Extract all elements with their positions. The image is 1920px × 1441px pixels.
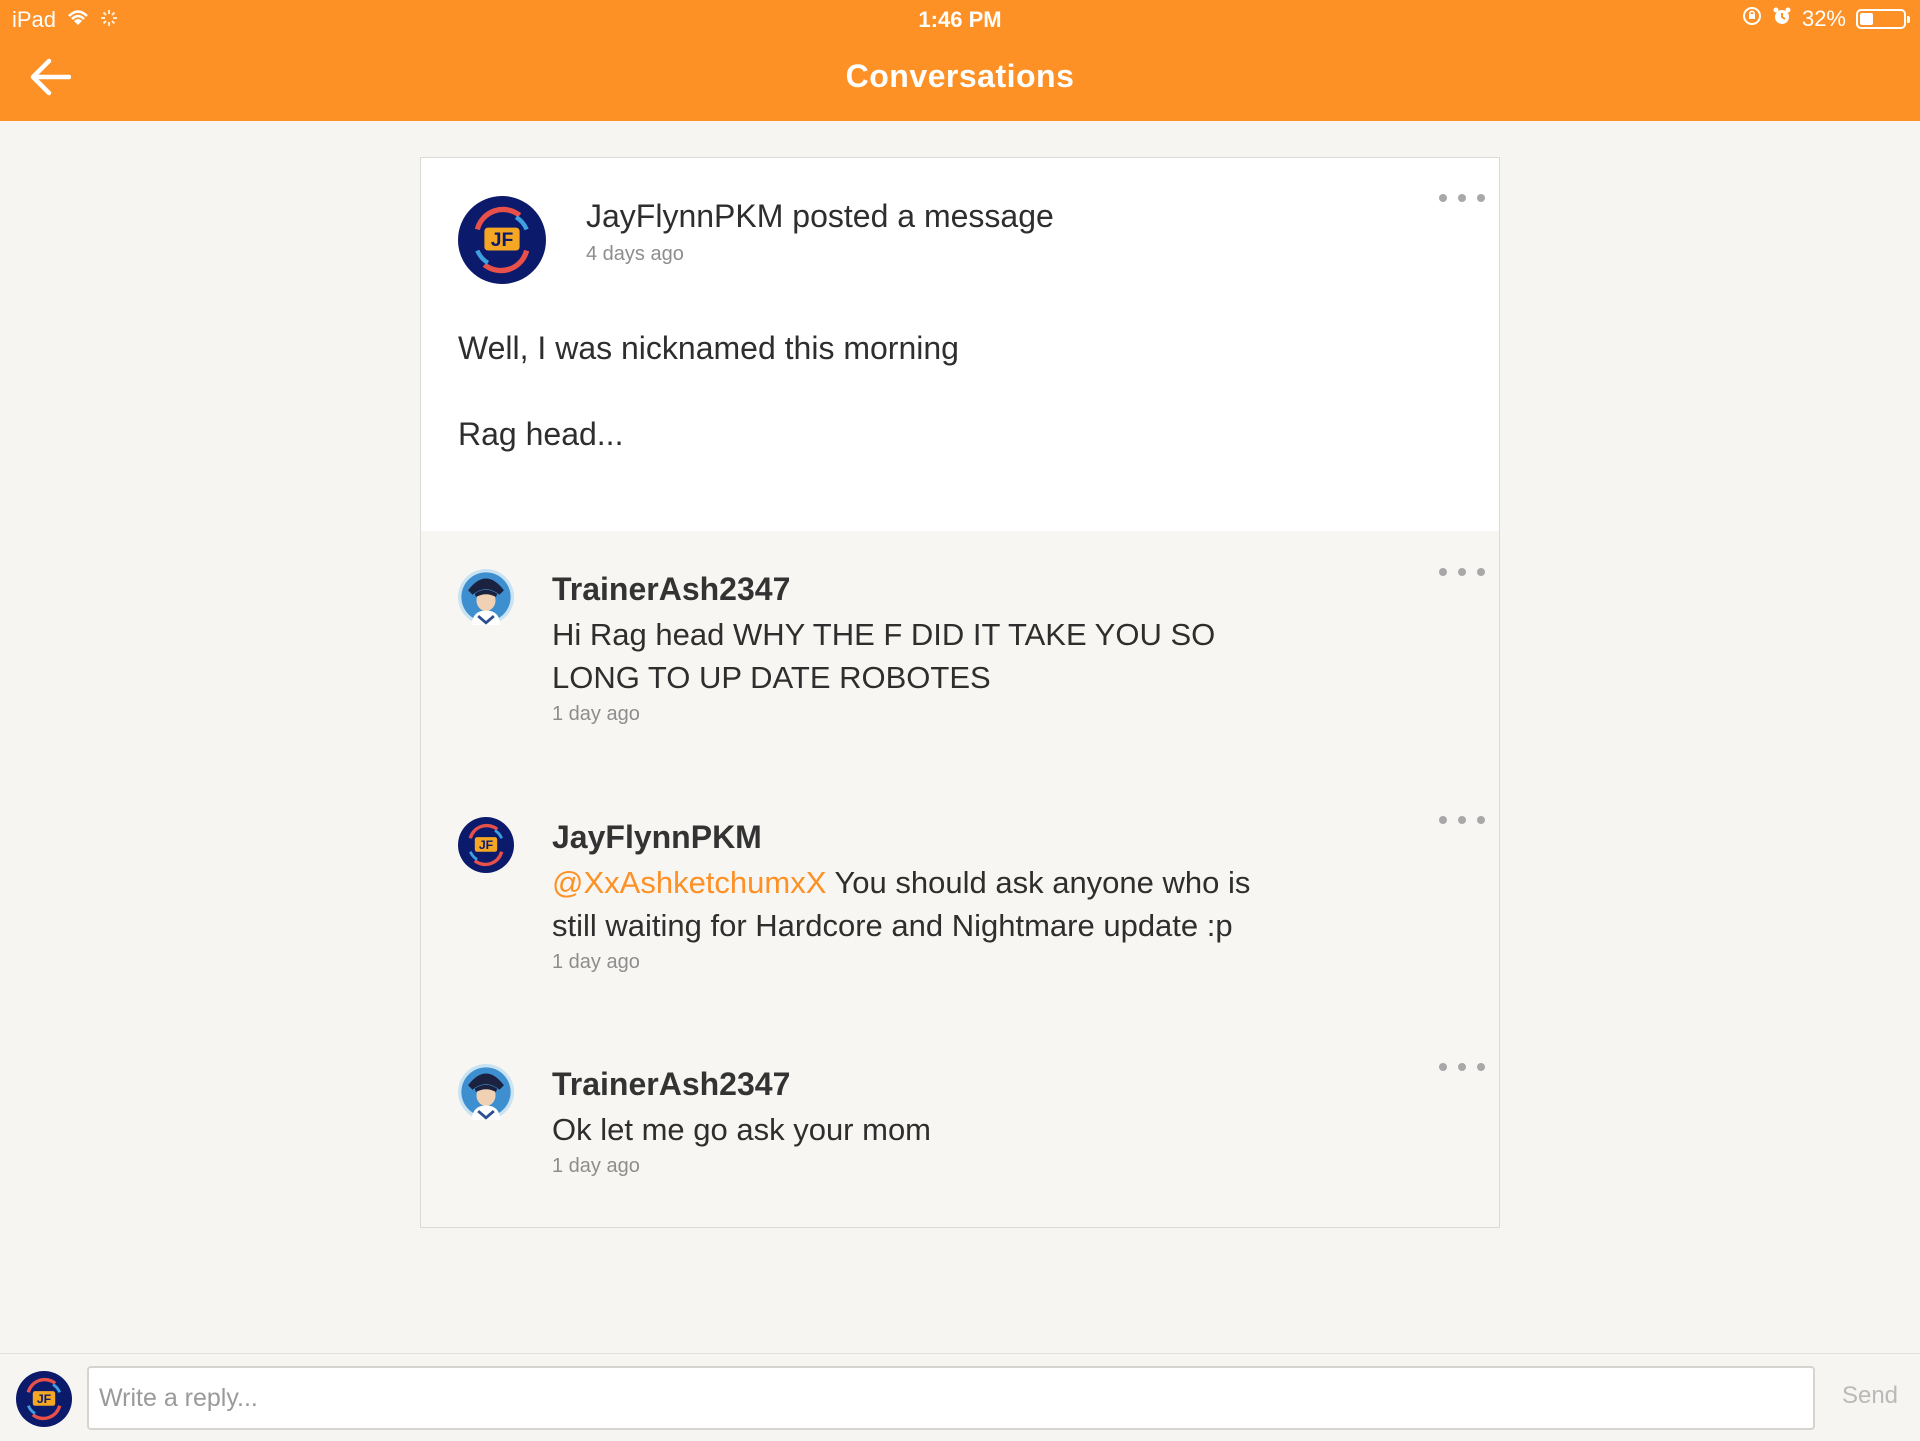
reply-avatar[interactable]: [458, 569, 514, 625]
app-header: iPad 1:46 PM 32% Conversations: [0, 0, 1920, 121]
dot-icon: [1458, 816, 1466, 824]
post-header-line: JayFlynnPKM posted a message: [586, 198, 1054, 235]
dot-icon: [1477, 194, 1485, 202]
dot-icon: [1458, 194, 1466, 202]
reply-more-options-button[interactable]: [1439, 807, 1485, 833]
reply-mention[interactable]: @XxAshketchumxX: [552, 865, 826, 900]
author-avatar[interactable]: [458, 196, 546, 284]
reply-more-options-button[interactable]: [1439, 559, 1485, 585]
reply-timestamp: 1 day ago: [552, 703, 640, 725]
reply-message: Ok let me go ask your mom: [552, 1112, 932, 1147]
post-author[interactable]: JayFlynnPKM: [586, 198, 783, 234]
alarm-icon: [1772, 6, 1792, 32]
post-action: posted a message: [792, 198, 1054, 234]
dot-icon: [1439, 568, 1447, 576]
original-post: JayFlynnPKM posted a message 4 days ago …: [421, 158, 1499, 531]
reply-input[interactable]: [87, 1366, 1815, 1430]
dot-icon: [1477, 568, 1485, 576]
post-body: Well, I was nicknamed this morning Rag h…: [458, 326, 1438, 498]
reply-timestamp: 1 day ago: [552, 951, 640, 973]
orientation-lock-icon: [1742, 6, 1762, 32]
dot-icon: [1477, 1063, 1485, 1071]
reply-author[interactable]: TrainerAsh2347: [552, 569, 1292, 609]
status-time: 1:46 PM: [918, 7, 1002, 32]
navigation-bar: Conversations: [0, 38, 1920, 121]
reply-author[interactable]: JayFlynnPKM: [552, 817, 1292, 857]
battery-level: [1860, 13, 1873, 25]
post-body-line: Well, I was nicknamed this morning: [458, 330, 959, 366]
conversation-card: JayFlynnPKM posted a message 4 days ago …: [420, 157, 1500, 1228]
dot-icon: [1458, 568, 1466, 576]
dot-icon: [1458, 1063, 1466, 1071]
post-timestamp: 4 days ago: [586, 243, 684, 265]
reply-author[interactable]: TrainerAsh2347: [552, 1064, 1292, 1104]
battery-icon: [1856, 9, 1910, 29]
status-right: 32%: [1742, 6, 1910, 32]
reply-avatar[interactable]: [458, 1064, 514, 1120]
current-user-avatar: [16, 1371, 72, 1427]
dot-icon: [1439, 1063, 1447, 1071]
reply-content: JayFlynnPKM @XxAshketchumxX You should a…: [552, 817, 1292, 974]
dot-icon: [1439, 816, 1447, 824]
dot-icon: [1439, 194, 1447, 202]
post-header: JayFlynnPKM posted a message 4 days ago: [586, 198, 1054, 266]
reply-text: @XxAshketchumxX You should ask anyone wh…: [552, 861, 1292, 947]
send-button[interactable]: Send: [1838, 1382, 1902, 1410]
post-body-line: Rag head...: [458, 416, 624, 452]
status-bar: iPad 1:46 PM 32%: [0, 0, 1920, 38]
post-more-options-button[interactable]: [1439, 185, 1485, 211]
reply-timestamp: 1 day ago: [552, 1155, 640, 1177]
reply-content: TrainerAsh2347 Ok let me go ask your mom…: [552, 1064, 1292, 1178]
reply-text: Hi Rag head WHY THE F DID IT TAKE YOU SO…: [552, 613, 1292, 699]
reply-content: TrainerAsh2347 Hi Rag head WHY THE F DID…: [552, 569, 1292, 726]
reply-avatar[interactable]: [458, 817, 514, 873]
battery-percent: 32%: [1801, 6, 1846, 31]
page-title: Conversations: [845, 58, 1075, 94]
dot-icon: [1477, 816, 1485, 824]
reply-more-options-button[interactable]: [1439, 1054, 1485, 1080]
reply-text: Ok let me go ask your mom: [552, 1108, 1292, 1151]
reply-composer: Send: [0, 1353, 1920, 1441]
reply-message: Hi Rag head WHY THE F DID IT TAKE YOU SO…: [552, 617, 1216, 695]
